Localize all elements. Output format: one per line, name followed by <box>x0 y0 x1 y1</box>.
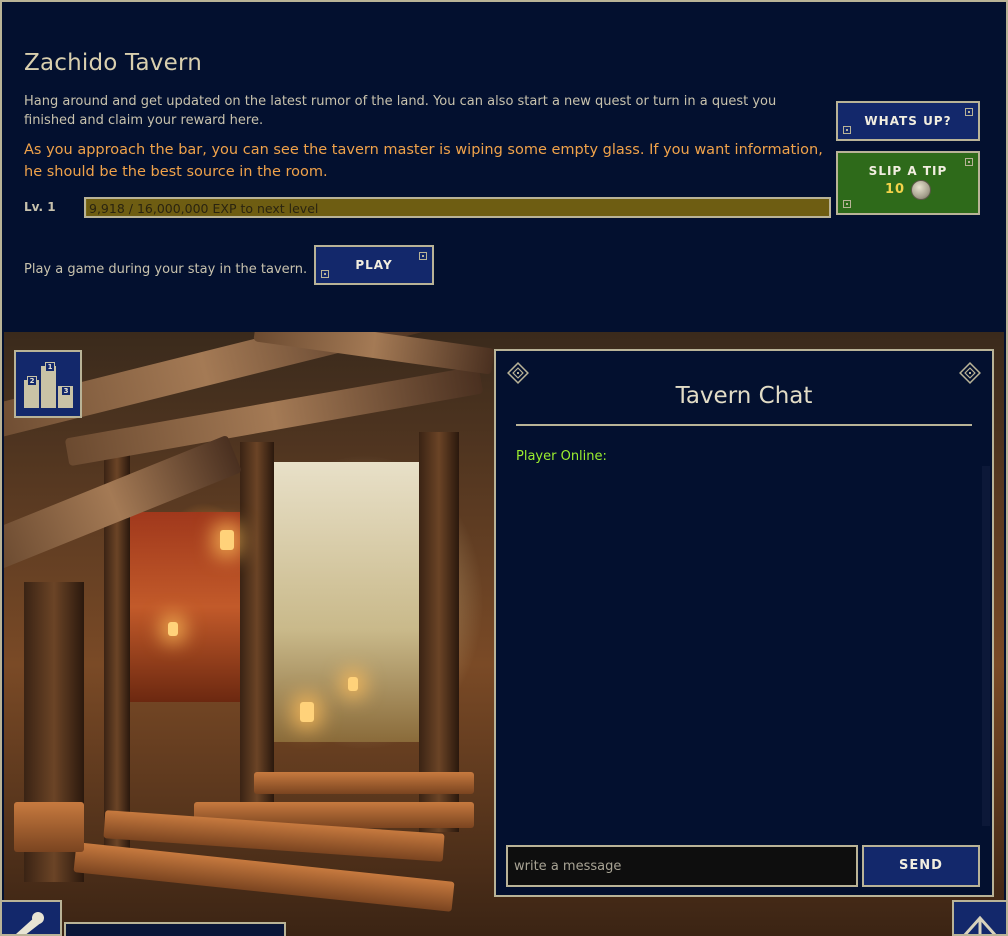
whats-up-label: WHATS UP? <box>864 114 952 128</box>
corner-ornament-icon <box>965 108 973 116</box>
scene-lamp <box>220 530 234 550</box>
tip-amount: 10 <box>884 180 932 200</box>
play-button-label: PLAY <box>355 258 393 272</box>
corner-ornament-icon <box>321 270 329 278</box>
scene-lamp <box>300 702 314 722</box>
rank-1: 1 <box>45 362 55 372</box>
corner-ornament-icon <box>843 200 851 208</box>
play-button[interactable]: PLAY <box>314 245 434 285</box>
scene-post <box>240 442 274 802</box>
exp-progress-bar: 9,918 / 16,000,000 EXP to next level <box>84 197 831 218</box>
whats-up-button[interactable]: WHATS UP? <box>836 101 980 141</box>
scroll-up-button[interactable] <box>952 900 1008 936</box>
player-online-label: Player Online: <box>516 449 607 464</box>
level-label: Lv. 1 <box>24 200 56 214</box>
chat-divider <box>516 424 972 426</box>
rank-3: 3 <box>61 386 71 396</box>
corner-ornament-icon <box>965 158 973 166</box>
ornament-icon <box>959 362 981 384</box>
play-prompt: Play a game during your stay in the tave… <box>24 262 308 277</box>
exp-progress-text: 9,918 / 16,000,000 EXP to next level <box>89 201 319 216</box>
chat-scrollbar[interactable] <box>982 466 990 826</box>
quest-scroll-button[interactable] <box>0 900 62 936</box>
scene-bench <box>14 802 84 852</box>
scene-bench <box>254 772 474 794</box>
page-title: Zachido Tavern <box>24 50 202 76</box>
tavern-chat-panel: Tavern Chat Player Online: SEND <box>494 349 994 897</box>
leaderboard-button[interactable]: 1 2 3 <box>14 350 82 418</box>
tip-label: SLIP A TIP <box>868 164 948 178</box>
tip-amount-value: 10 <box>884 182 906 197</box>
scene-lamp <box>348 677 358 691</box>
corner-ornament-icon <box>843 126 851 134</box>
tavern-description: Hang around and get updated on the lates… <box>24 94 777 128</box>
message-input[interactable] <box>506 845 858 887</box>
tavern-flavor-text: As you approach the bar, you can see the… <box>24 142 823 180</box>
slip-a-tip-button[interactable]: SLIP A TIP 10 <box>836 151 980 215</box>
rank-2: 2 <box>27 376 37 386</box>
scene-lamp <box>168 622 178 636</box>
send-button[interactable]: SEND <box>862 845 980 887</box>
up-arrow-icon <box>962 915 998 936</box>
chat-title: Tavern Chat <box>675 383 813 409</box>
ornament-icon <box>507 362 529 384</box>
scroll-icon <box>16 912 44 936</box>
coin-icon <box>911 180 932 200</box>
corner-ornament-icon <box>419 252 427 260</box>
quest-label <box>64 922 286 936</box>
